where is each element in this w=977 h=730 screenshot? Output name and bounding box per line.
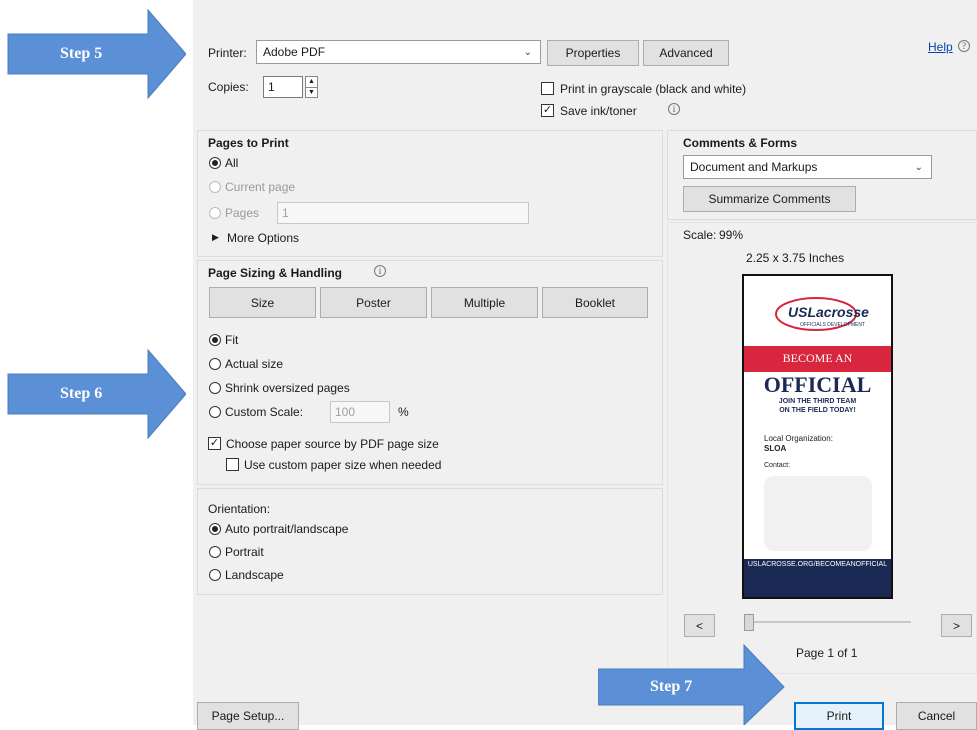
help-question-icon[interactable]: ? (958, 40, 970, 52)
preview-tagline-2: ON THE FIELD TODAY! (779, 407, 856, 414)
page-sizing-info-icon[interactable]: i (374, 265, 386, 277)
step-6-arrow: Step 6 (0, 346, 187, 442)
actual-size-label: Actual size (225, 357, 284, 371)
custom-paper-label: Use custom paper size when needed (244, 458, 442, 472)
custom-scale-radio[interactable] (209, 406, 221, 418)
preview-tagline-1: JOIN THE THIRD TEAM (778, 398, 857, 405)
properties-button[interactable]: Properties (547, 40, 639, 66)
more-options-toggle[interactable]: More Options (227, 231, 299, 245)
shrink-oversized-label: Shrink oversized pages (225, 381, 350, 395)
stepper-up-icon[interactable]: ▲ (306, 77, 317, 88)
grayscale-label: Print in grayscale (black and white) (560, 82, 747, 96)
printer-select[interactable]: Adobe PDF ⌄ (256, 40, 541, 64)
cancel-button[interactable]: Cancel (896, 702, 977, 730)
portrait-label: Portrait (225, 545, 264, 559)
auto-orientation-label: Auto portrait/landscape (225, 522, 349, 536)
next-page-button[interactable]: > (941, 614, 972, 637)
landscape-radio[interactable] (209, 569, 221, 581)
help-link[interactable]: Help (928, 40, 953, 54)
advanced-button[interactable]: Advanced (643, 40, 729, 66)
scale-value: 99% (719, 228, 744, 242)
page-sizing-title: Page Sizing & Handling (208, 266, 343, 280)
save-ink-label: Save ink/toner (560, 104, 637, 118)
step-6-label: Step 6 (60, 385, 103, 402)
chevron-down-icon: ⌄ (523, 47, 532, 58)
multiple-tab-button[interactable]: Multiple (431, 287, 538, 318)
paper-source-label: Choose paper source by PDF page size (226, 437, 439, 451)
print-button[interactable]: Print (794, 702, 884, 730)
chevron-down-icon: ⌄ (914, 162, 923, 173)
current-page-label: Current page (225, 180, 296, 194)
step-5-label: Step 5 (60, 45, 103, 62)
portrait-radio[interactable] (209, 546, 221, 558)
scale-label: Scale: (683, 228, 717, 242)
comments-forms-title: Comments & Forms (683, 136, 798, 150)
page-preview: USLacrosse OFFICIALS DEVELOPMENT BECOME … (742, 274, 893, 599)
step-7-label: Step 7 (650, 678, 693, 695)
printer-select-value: Adobe PDF (263, 45, 326, 59)
actual-size-radio[interactable] (209, 358, 221, 370)
paper-source-checkbox[interactable]: ✓ (208, 437, 221, 450)
previous-page-button[interactable]: < (684, 614, 715, 637)
booklet-tab-button[interactable]: Booklet (542, 287, 648, 318)
custom-scale-label: Custom Scale: (225, 405, 304, 419)
percent-label: % (398, 405, 409, 419)
all-pages-label: All (225, 156, 239, 170)
page-slider-thumb[interactable] (744, 614, 754, 631)
preview-logo-text: USLacrosse (788, 304, 869, 320)
expand-triangle-icon[interactable]: ▶ (212, 232, 219, 243)
pages-range-radio[interactable] (209, 207, 221, 219)
all-pages-radio[interactable] (209, 157, 221, 169)
auto-orientation-radio[interactable] (209, 523, 221, 535)
printer-label: Printer: (208, 46, 247, 60)
fit-radio[interactable] (209, 334, 221, 346)
preview-headline: OFFICIAL (763, 372, 872, 397)
preview-banner-text: BECOME AN (782, 351, 853, 365)
preview-contact-box (764, 476, 872, 551)
page-count-text: Page 1 of 1 (796, 646, 858, 660)
current-page-radio[interactable] (209, 181, 221, 193)
shrink-oversized-radio[interactable] (209, 382, 221, 394)
grayscale-checkbox[interactable] (541, 82, 554, 95)
summarize-comments-button[interactable]: Summarize Comments (683, 186, 856, 212)
copies-label: Copies: (208, 80, 249, 94)
orientation-title: Orientation: (208, 502, 271, 516)
preview-org-value: SLOA (764, 444, 787, 453)
preview-org-label: Local Organization: (764, 434, 833, 443)
pages-range-input[interactable]: 1 (277, 202, 529, 224)
size-tab-button[interactable]: Size (209, 287, 316, 318)
step-7-arrow: Step 7 (597, 643, 786, 727)
page-slider-track[interactable] (746, 621, 911, 623)
save-ink-info-icon[interactable]: i (668, 103, 680, 115)
page-size-text: 2.25 x 3.75 Inches (746, 251, 845, 265)
copies-stepper[interactable]: ▲ ▼ (305, 76, 318, 98)
landscape-label: Landscape (225, 568, 284, 582)
preview-logo-subtext: OFFICIALS DEVELOPMENT (800, 322, 866, 328)
poster-tab-button[interactable]: Poster (320, 287, 427, 318)
copies-input[interactable]: 1 (263, 76, 303, 98)
preview-contact-label: Contact: (764, 462, 791, 469)
stepper-down-icon[interactable]: ▼ (306, 88, 317, 98)
custom-scale-input[interactable]: 100 (330, 401, 390, 423)
step-5-arrow: Step 5 (0, 6, 187, 102)
preview-footer-text: USLACROSSE.ORG/BECOMEANOFFICIAL (747, 561, 888, 568)
comments-forms-value: Document and Markups (690, 160, 818, 174)
pages-range-label: Pages (225, 206, 260, 220)
page-setup-button[interactable]: Page Setup... (197, 702, 299, 730)
comments-forms-select[interactable]: Document and Markups ⌄ (683, 155, 932, 179)
fit-label: Fit (225, 333, 239, 347)
custom-paper-checkbox[interactable] (226, 458, 239, 471)
pages-to-print-title: Pages to Print (208, 136, 289, 150)
save-ink-checkbox[interactable]: ✓ (541, 104, 554, 117)
